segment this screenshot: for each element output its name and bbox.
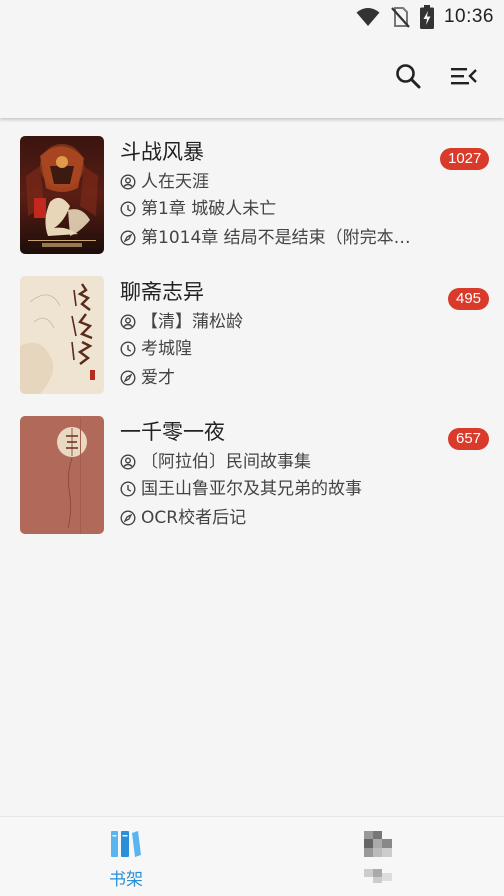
book-author: 〔阿拉伯〕民间故事集 (141, 452, 311, 472)
clock-icon (120, 341, 136, 357)
book-cover (20, 136, 104, 254)
read-chapter-row: 国王山鲁亚尔及其兄弟的故事 (120, 477, 430, 501)
book-author-row: 〔阿拉伯〕民间故事集 (120, 450, 430, 474)
read-chapter: 国王山鲁亚尔及其兄弟的故事 (141, 479, 362, 499)
book-cover (20, 276, 104, 394)
search-button[interactable] (388, 56, 428, 96)
unread-count-badge: 1027 (440, 148, 490, 170)
book-title: 一千零一夜 (120, 420, 225, 444)
book-title: 斗战风暴 (120, 140, 204, 164)
latest-chapter: 第1014章 结局不是结束（附完本… (141, 228, 411, 248)
compass-icon (120, 510, 136, 526)
read-chapter-row: 考城隍 (120, 337, 430, 361)
search-icon (396, 64, 421, 89)
no-sim-icon (391, 7, 410, 28)
bookshelf-icon (110, 829, 142, 863)
book-author-row: 【清】蒲松龄 (120, 310, 430, 334)
latest-chapter-row: 爱才 (120, 366, 430, 390)
nav-bookshelf[interactable]: 书架 (0, 817, 252, 896)
read-chapter: 考城隍 (141, 339, 192, 359)
book-cover (20, 416, 104, 534)
latest-chapter: OCR校者后记 (141, 508, 247, 528)
book-item[interactable]: 一千零一夜 〔阿拉伯〕民间故事集 国王山鲁亚尔及其兄弟的故事 OCR校者后记 6… (0, 398, 504, 538)
compass-icon (120, 370, 136, 386)
wifi-icon (356, 8, 380, 26)
status-bar: 10:36 (0, 0, 504, 34)
nav-bookshelf-label: 书架 (109, 870, 143, 890)
book-author: 【清】蒲松龄 (141, 312, 243, 332)
book-item[interactable]: 斗战风暴 人在天涯 第1章 城破人未亡 第1014章 结局不是结束（附完本… 1… (0, 118, 504, 258)
status-icons: 10:36 (356, 4, 494, 30)
menu-button[interactable] (444, 56, 484, 96)
latest-chapter-row: 第1014章 结局不是结束（附完本… (120, 226, 430, 250)
book-author-row: 人在天涯 (120, 170, 430, 194)
read-chapter-row: 第1章 城破人未亡 (120, 197, 430, 221)
latest-chapter: 爱才 (141, 368, 175, 388)
battery-charging-icon (419, 5, 434, 29)
menu-collapse-icon (451, 68, 477, 85)
author-icon (120, 454, 136, 470)
book-title: 聊斋志异 (120, 280, 204, 304)
unread-count-badge: 495 (448, 288, 490, 310)
clock-icon (120, 201, 136, 217)
discover-icon (361, 829, 395, 891)
bottom-navigation: 书架 (0, 816, 504, 896)
author-icon (120, 174, 136, 190)
status-time: 10:36 (443, 6, 494, 27)
book-item[interactable]: 聊斋志异 【清】蒲松龄 考城隍 爱才 495 (0, 258, 504, 398)
read-chapter: 第1章 城破人未亡 (141, 199, 277, 219)
book-author: 人在天涯 (141, 172, 209, 192)
compass-icon (120, 230, 136, 246)
bookshelf-list: 斗战风暴 人在天涯 第1章 城破人未亡 第1014章 结局不是结束（附完本… 1… (0, 118, 504, 816)
app-bar (0, 34, 504, 118)
clock-icon (120, 481, 136, 497)
author-icon (120, 314, 136, 330)
nav-discover[interactable] (252, 817, 504, 896)
unread-count-badge: 657 (448, 428, 490, 450)
latest-chapter-row: OCR校者后记 (120, 506, 430, 530)
